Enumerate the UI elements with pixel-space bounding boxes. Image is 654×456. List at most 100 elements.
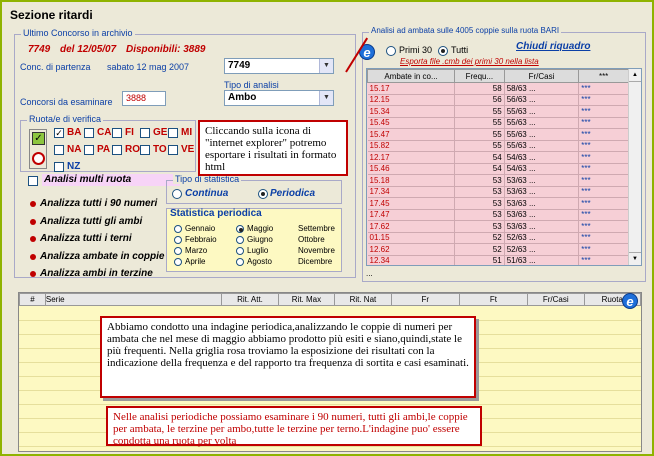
ruota-checkbox-ve[interactable] — [168, 145, 178, 155]
table-cell: *** — [578, 82, 629, 95]
table-cell: 53 — [454, 197, 505, 210]
ruota-checkbox-ge[interactable] — [140, 128, 150, 138]
month-radio-luglio[interactable] — [236, 247, 244, 255]
month-radio-gennaio[interactable] — [174, 225, 182, 233]
table-row[interactable]: 15.82 55 55/63 ... *** — [367, 140, 629, 152]
column-header[interactable]: Frequ... — [454, 69, 505, 83]
results-title: Analisi ad ambata sulle 4005 coppie sull… — [369, 26, 562, 35]
table-cell: 15.18 — [367, 174, 455, 187]
analisi-link[interactable]: Analizza tutti i terni — [40, 233, 132, 244]
statistica-periodica-label: Statistica periodica — [170, 208, 262, 219]
table-cell: 56/63 ... — [504, 94, 580, 106]
scroll-down-icon[interactable]: ▼ — [629, 252, 641, 265]
table-cell: 17.34 — [367, 186, 455, 198]
chevron-down-icon[interactable]: ▼ — [319, 59, 333, 73]
grid-column-header[interactable]: Ft — [458, 293, 529, 306]
table-cell: 55/63 ... — [504, 105, 580, 118]
analisi-link[interactable]: Analizza ambate in coppie — [40, 251, 164, 262]
scroll-up-icon[interactable]: ▲ — [629, 69, 641, 82]
table-cell: 54 — [454, 163, 505, 175]
table-row[interactable]: 15.18 53 53/63 ... *** — [367, 174, 629, 187]
table-row[interactable]: 17.62 53 53/63 ... *** — [367, 220, 629, 233]
table-cell: 52 — [454, 232, 505, 244]
table-row[interactable]: 15.34 55 55/63 ... *** — [367, 105, 629, 118]
month-label: Dicembre — [298, 257, 333, 266]
table-row[interactable]: 15.17 58 58/63 ... *** — [367, 82, 629, 95]
ruota-checkbox-ca[interactable] — [84, 128, 94, 138]
tipo-analisi-select[interactable]: Ambo ▼ — [224, 90, 334, 106]
ruota-checkbox-na[interactable] — [54, 145, 64, 155]
month-label: Giugno — [247, 235, 273, 244]
grid-column-header[interactable]: Rit. Nat — [334, 293, 392, 306]
column-header[interactable]: *** — [578, 69, 629, 83]
chevron-down-icon[interactable]: ▼ — [319, 91, 333, 105]
multi-ruota-checkbox[interactable] — [28, 176, 38, 186]
ruota-checkbox-nz[interactable] — [54, 162, 64, 172]
table-row[interactable]: 17.47 53 53/63 ... *** — [367, 209, 629, 221]
check-all-icon[interactable]: ✓ — [32, 132, 45, 145]
concorsi-esaminare-input[interactable]: 3888 — [122, 91, 166, 106]
disponibili-count: Disponibili: 3889 — [126, 44, 206, 55]
table-row[interactable]: 12.17 54 54/63 ... *** — [367, 151, 629, 164]
table-row[interactable]: 15.46 54 54/63 ... *** — [367, 163, 629, 175]
ruota-label-fi: FI — [125, 127, 134, 138]
table-row[interactable]: 17.45 53 53/63 ... *** — [367, 197, 629, 210]
month-label: Settembre — [298, 224, 335, 233]
month-radio-marzo[interactable] — [174, 247, 182, 255]
ruota-checkbox-mi[interactable] — [168, 128, 178, 138]
grid-column-header[interactable]: Fr/Casi — [527, 293, 585, 306]
tutti-label: Tutti — [451, 45, 469, 55]
analisi-link[interactable]: Analizza ambi in terzine — [40, 268, 153, 279]
periodica-radio[interactable] — [258, 189, 268, 199]
month-radio-febbraio[interactable] — [174, 236, 182, 244]
table-row[interactable]: 12.15 56 56/63 ... *** — [367, 94, 629, 106]
table-cell: 17.45 — [367, 197, 455, 210]
month-label: Ottobre — [298, 235, 325, 244]
table-cell: 12.17 — [367, 151, 455, 164]
table-row[interactable]: 12.34 51 51/63 ... *** — [367, 255, 629, 265]
table-cell: 51/63 ... — [504, 255, 580, 265]
month-radio-maggio[interactable] — [236, 225, 244, 233]
esporta-link[interactable]: Esporta file .cmb dei primi 30 nella lis… — [400, 57, 539, 66]
ruota-checkbox-pa[interactable] — [84, 145, 94, 155]
table-row[interactable]: 15.45 55 55/63 ... *** — [367, 117, 629, 129]
conc-partenza-select[interactable]: 7749 ▼ — [224, 58, 334, 74]
table-row[interactable]: 12.62 52 52/63 ... *** — [367, 243, 629, 256]
month-radio-agosto[interactable] — [236, 258, 244, 266]
table-cell: 15.47 — [367, 128, 455, 141]
table-cell: 54 — [454, 151, 505, 164]
chiudi-riquadro-link[interactable]: Chiudi riquadro — [516, 41, 590, 52]
column-header[interactable]: Ambate in co... — [367, 69, 455, 83]
table-cell: 53/63 ... — [504, 220, 580, 233]
results-scrollbar[interactable]: ▲ ▼ — [628, 69, 641, 265]
table-row[interactable]: 01.15 52 52/63 ... *** — [367, 232, 629, 244]
ie-export-grid-icon[interactable]: e — [622, 293, 638, 309]
column-header[interactable]: Fr/Casi — [503, 69, 580, 83]
table-row[interactable]: 15.47 55 55/63 ... *** — [367, 128, 629, 141]
conc-partenza-date: sabato 12 mag 2007 — [107, 62, 190, 72]
grid-column-header[interactable]: Serie — [44, 293, 223, 306]
tutti-radio[interactable] — [438, 46, 448, 56]
table-cell: 52 — [454, 243, 505, 256]
analisi-link[interactable]: Analizza tutti i 90 numeri — [40, 198, 157, 209]
ruota-checkbox-ro[interactable] — [112, 145, 122, 155]
month-radio-giugno[interactable] — [236, 236, 244, 244]
ruota-checkbox-ba[interactable]: ✓ — [54, 128, 64, 138]
ie-note: Cliccando sulla icona di "internet explo… — [198, 120, 348, 176]
continua-label: Continua — [185, 188, 229, 199]
concorsi-esaminare-label: Concorsi da esaminare — [20, 97, 113, 107]
grid-column-header[interactable]: Fr — [390, 293, 460, 306]
grid-column-header[interactable]: Rit. Att. — [221, 293, 279, 306]
analisi-link[interactable]: Analizza tutti gli ambi — [40, 216, 142, 227]
month-radio-aprile[interactable] — [174, 258, 182, 266]
table-row[interactable]: 17.34 53 53/63 ... *** — [367, 186, 629, 198]
grid-column-header[interactable]: Rit. Max — [277, 293, 336, 306]
continua-radio[interactable] — [172, 189, 182, 199]
results-more: ... — [366, 269, 373, 278]
bullet-icon — [30, 201, 36, 207]
primi30-radio[interactable] — [386, 46, 396, 56]
ruota-checkbox-fi[interactable] — [112, 128, 122, 138]
grid-column-header[interactable]: # — [19, 293, 46, 306]
clear-all-icon[interactable] — [32, 152, 45, 165]
ruota-checkbox-to[interactable] — [140, 145, 150, 155]
